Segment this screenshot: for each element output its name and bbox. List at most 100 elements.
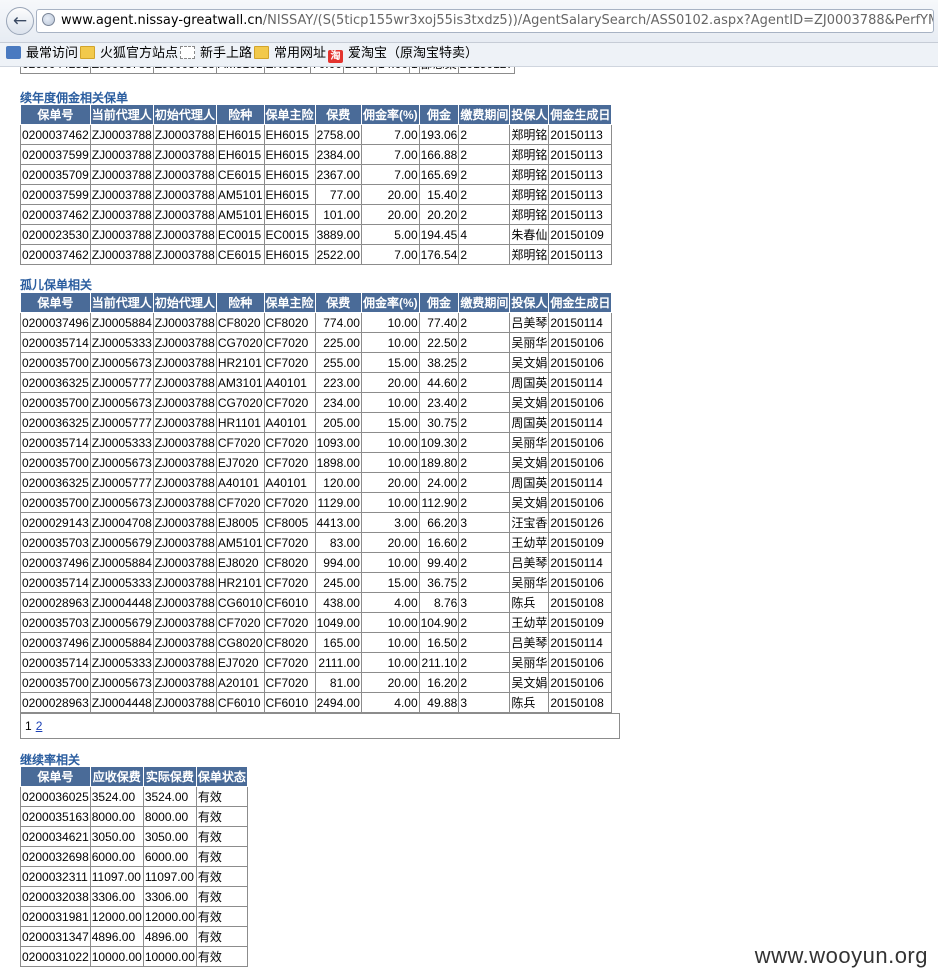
table-cell: 20150109: [548, 612, 613, 633]
table-cell: ZJ0005884: [89, 312, 154, 333]
table-cell: 112.90: [418, 492, 460, 513]
table-cell: 0200036325: [20, 412, 91, 433]
table-cell: CF6010: [263, 692, 316, 713]
table-cell: CF7020: [263, 392, 316, 413]
table-cell: 0200035700: [20, 452, 91, 473]
table-cell: CF8020: [263, 312, 316, 333]
table-cell: CG7020: [215, 392, 265, 413]
table-cell: 120.00: [314, 472, 362, 493]
table-cell: 2: [458, 312, 511, 333]
table-cell: ZJ0005333: [89, 332, 154, 353]
column-header: 当前代理人: [89, 104, 154, 125]
table-cell: ZJ0005333: [89, 572, 154, 593]
table-row: 0200037462 ZJ0003788 ZJ0003788 CE6015 EH6015…: [20, 244, 613, 265]
table-cell: 3: [458, 592, 511, 613]
table-cell: 王幼苹: [509, 612, 550, 633]
table-cell: 20150108: [548, 592, 613, 613]
table-row: 0200037496 ZJ0005884 ZJ0003788 CF8020 CF8020…: [20, 312, 613, 333]
table-cell: 2111.00: [314, 652, 362, 673]
table-cell: ZJ0005673: [89, 452, 154, 473]
table-cell: ZJ0003788: [152, 632, 217, 653]
table-cell: CF7020: [263, 672, 316, 693]
table-cell: 10.00: [360, 552, 420, 573]
table-cell: 吴文娟: [509, 672, 550, 693]
table-cell: 193.06: [418, 124, 460, 145]
back-button[interactable]: ←: [6, 7, 34, 35]
table-cell: 20150108: [548, 692, 613, 713]
table-cell: 0200035709: [20, 164, 91, 185]
table-cell: 10.00: [360, 452, 420, 473]
table-cell: 23.40: [418, 392, 460, 413]
table-cell: EH6015: [263, 244, 316, 265]
column-header: 保费: [314, 292, 362, 313]
table-cell: 10.00: [360, 632, 420, 653]
table-row: 0200032311 11097.00 11097.00 有效: [20, 866, 248, 887]
table-row: 0200023530 ZJ0003788 ZJ0003788 EC0015 EC0015…: [20, 224, 613, 245]
bookmark-firefox-site[interactable]: 火狐官方站点: [80, 43, 178, 65]
table-cell: 0200031981: [20, 906, 91, 927]
table-cell: 2: [458, 492, 511, 513]
url-field[interactable]: www.agent.nissay-greatwall.cn/NISSAY/(S(…: [36, 9, 934, 33]
table-cell: 20.00: [360, 372, 420, 393]
table-cell: 66.20: [418, 512, 460, 533]
page-link-2[interactable]: 2: [36, 719, 43, 733]
table-cell: 16.50: [418, 632, 460, 653]
table-row: 0200032698 6000.00 6000.00 有效: [20, 846, 248, 867]
table-cell: 0200034621: [20, 826, 91, 847]
table-cell: ZJ0005777: [89, 372, 154, 393]
table-cell: 20150114: [548, 472, 613, 493]
table-cell: 774.00: [314, 312, 362, 333]
table-cell: 有效: [195, 946, 248, 967]
table-cell: 49.88: [418, 692, 460, 713]
table-cell: 20150113: [548, 124, 613, 145]
bookmark-most-visited[interactable]: 最常访问: [6, 43, 78, 65]
table-cell: 12000.00: [142, 906, 197, 927]
table-cell: 吴文娟: [509, 452, 550, 473]
table-cell: 2: [458, 372, 511, 393]
table-cell: EH6015: [263, 204, 316, 225]
table-cell: CF7020: [215, 492, 265, 513]
table-cell: 6000.00: [89, 846, 144, 867]
bookmark-aitaobao[interactable]: 淘爱淘宝（原淘宝特卖）: [328, 43, 478, 65]
table-cell: 81.00: [314, 672, 362, 693]
table-cell: ZJ0005679: [89, 612, 154, 633]
table-cell: ZJ0003788: [152, 184, 217, 205]
table-cell: 3050.00: [89, 826, 144, 847]
table-cell: 4896.00: [142, 926, 197, 947]
table-cell: 205.00: [314, 412, 362, 433]
table-cell: CF7020: [215, 612, 265, 633]
table-cell: ZJ0003788: [152, 412, 217, 433]
table-cell: 0200036325: [20, 472, 91, 493]
table-cell: 22.50: [418, 332, 460, 353]
table-row: 0200029143 ZJ0004708 ZJ0003788 EJ8005 CF8005…: [20, 512, 613, 533]
globe-icon: [42, 13, 55, 26]
table-cell: 20150114: [548, 312, 613, 333]
table-cell: 吴丽华: [509, 572, 550, 593]
table-cell: HR1101: [215, 412, 265, 433]
table-cell: 郑明铭: [509, 144, 550, 165]
table-cell: ZJ0005333: [89, 432, 154, 453]
column-header: 佣金生成日: [548, 292, 613, 313]
column-header: 应收保费: [89, 766, 144, 787]
table-cell: ZJ0003788: [152, 652, 217, 673]
table-cell: 5.00: [360, 224, 420, 245]
table-cell: ZJ0003788: [152, 572, 217, 593]
table-cell: ZJ0003788: [89, 184, 154, 205]
table-cell: 0200032038: [20, 886, 91, 907]
table-row: 0200035700 ZJ0005673 ZJ0003788 CG7020 CF7020…: [20, 392, 613, 413]
table-cell: 0200035700: [20, 672, 91, 693]
table-cell: 16.60: [418, 532, 460, 553]
bookmark-getting-started[interactable]: 新手上路: [180, 43, 252, 65]
table-cell: CF8005: [263, 512, 316, 533]
bookmark-common-sites[interactable]: 常用网址: [254, 43, 326, 65]
table-cell: 2: [458, 332, 511, 353]
table-cell: EH6015: [263, 144, 316, 165]
table-cell: ZJ0003788: [152, 432, 217, 453]
table-row: 0200035700 ZJ0005673 ZJ0003788 HR2101 CF7020…: [20, 352, 613, 373]
table-cell: 3: [458, 512, 511, 533]
table-cell: 36.75: [418, 572, 460, 593]
table-cell: 15.00: [360, 572, 420, 593]
table-cell: 0200044251: [20, 67, 91, 74]
table-cell: CF7020: [263, 432, 316, 453]
table-cell: 有效: [195, 906, 248, 927]
